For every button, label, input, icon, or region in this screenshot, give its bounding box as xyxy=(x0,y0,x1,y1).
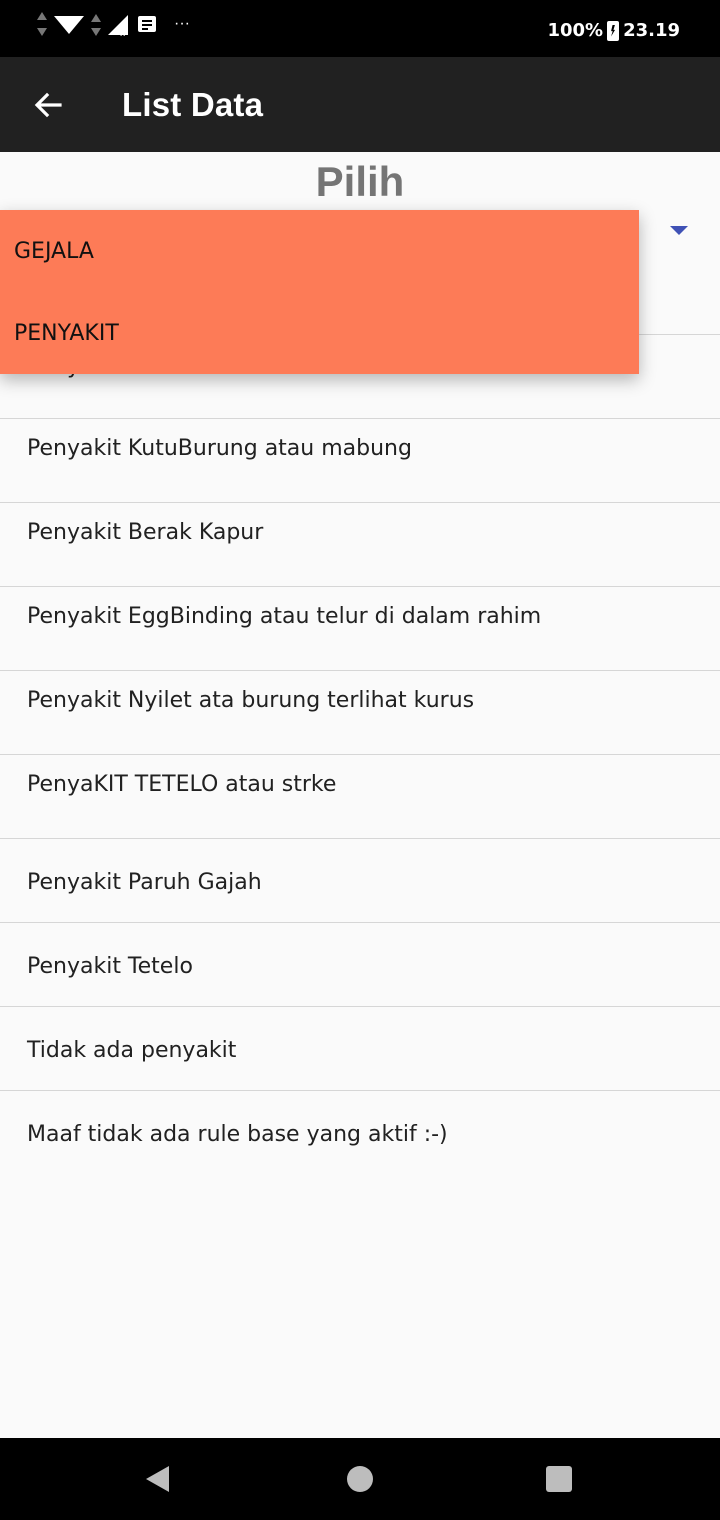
list-item[interactable]: Tidak ada penyakit xyxy=(0,1006,720,1090)
system-nav-bar xyxy=(0,1438,720,1520)
list-item[interactable]: Penyakit EggBinding atau telur di dalam … xyxy=(0,586,720,670)
data-arrows-icon xyxy=(91,14,101,36)
list-item[interactable]: Maaf tidak ada rule base yang aktif :-) xyxy=(0,1090,720,1200)
signal-no-service-icon: x xyxy=(108,15,128,37)
list-item[interactable]: Penyakit Paruh Gajah xyxy=(0,838,720,922)
status-icons-right: 100% 23.19 xyxy=(547,20,680,41)
dropdown-option-gejala[interactable]: GEJALA xyxy=(14,239,94,264)
status-bar: x ··· 100% 23.19 xyxy=(0,0,720,57)
clock: 23.19 xyxy=(623,20,680,41)
nav-recents-icon[interactable] xyxy=(546,1466,572,1492)
nav-back-icon[interactable] xyxy=(146,1466,169,1492)
wifi-icon xyxy=(54,16,84,34)
status-icons-left: x ··· xyxy=(36,10,190,38)
spinner-dropdown-arrow-icon[interactable] xyxy=(670,226,688,235)
dropdown-option-penyakit[interactable]: PENYAKIT xyxy=(14,321,119,346)
notification-message-icon xyxy=(138,16,156,32)
nav-home-icon[interactable] xyxy=(347,1466,373,1492)
list-item[interactable]: Penyakit KutuBurung atau mabung xyxy=(0,418,720,502)
svg-text:x: x xyxy=(120,29,126,37)
back-button[interactable] xyxy=(22,79,74,131)
data-arrows-icon xyxy=(37,12,47,36)
list-item[interactable]: Penyakit Berak Kapur xyxy=(0,502,720,586)
select-heading: Pilih xyxy=(315,158,405,205)
more-notifications-icon: ··· xyxy=(174,15,190,32)
list-item[interactable]: PenyaKIT TETELO atau strke xyxy=(0,754,720,838)
app-bar: List Data xyxy=(0,57,720,152)
list-item[interactable]: Penyakit Tetelo xyxy=(0,922,720,1006)
page-title: List Data xyxy=(122,86,264,123)
data-list: Penyakit Snot atau Kolera Penyakit KutuB… xyxy=(0,334,720,1200)
battery-percent: 100% xyxy=(547,20,604,41)
arrow-back-icon xyxy=(34,92,62,118)
list-item[interactable]: Penyakit Nyilet ata burung terlihat kuru… xyxy=(0,670,720,754)
spinner-dropdown-popup: GEJALA PENYAKIT xyxy=(0,210,639,374)
battery-charging-icon xyxy=(607,20,620,41)
